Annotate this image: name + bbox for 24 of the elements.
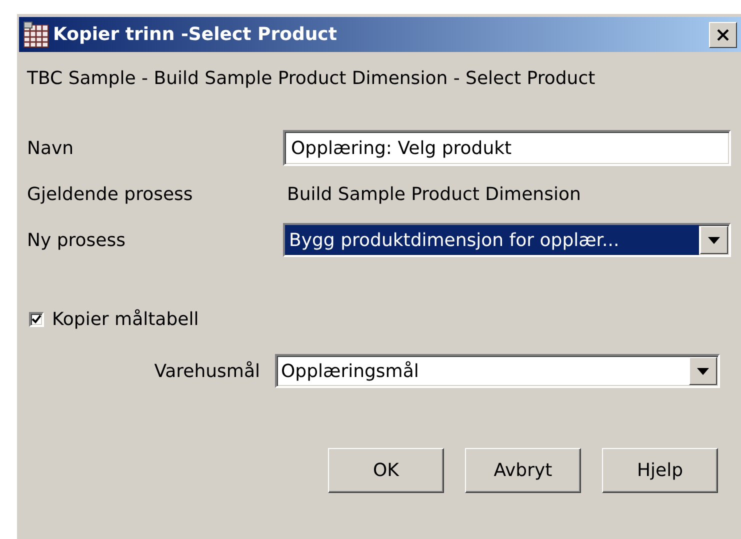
field-label: Varehusmål <box>153 360 261 382</box>
name-field[interactable]: Opplæring: Velg produkt <box>283 130 731 166</box>
window-title: Kopier trinn -Select Product <box>53 24 338 45</box>
dialog-button[interactable]: OK <box>328 448 444 493</box>
grid-icon <box>22 20 50 48</box>
current-process-value: Build Sample Product Dimension <box>286 182 582 206</box>
dialog-button[interactable]: Avbryt <box>465 448 581 493</box>
dropdown-button[interactable] <box>689 357 717 385</box>
dropdown-value: Bygg produktdimensjon for opplær... <box>285 225 699 255</box>
step-path: TBC Sample - Build Sample Product Dimension - Select Product <box>27 68 596 89</box>
dropdown-value: Opplæringsmål <box>280 360 420 384</box>
caret-icon <box>697 368 709 374</box>
field-label: Ny prosess <box>27 228 126 252</box>
close-button[interactable] <box>709 22 737 48</box>
close-icon <box>716 28 730 42</box>
caret-icon <box>708 236 720 244</box>
dropdown[interactable]: Bygg produktdimensjon for opplær... <box>283 223 731 257</box>
checkbox[interactable] <box>29 312 44 327</box>
field-label: Gjeldende prosess <box>27 182 194 206</box>
dropdown[interactable]: Opplæringsmål <box>275 354 720 388</box>
dropdown-button[interactable] <box>700 226 728 254</box>
dialog-button[interactable]: Hjelp <box>602 448 718 493</box>
field-label: Navn <box>27 136 75 160</box>
checkbox-label: Kopier måltabell <box>52 309 199 330</box>
